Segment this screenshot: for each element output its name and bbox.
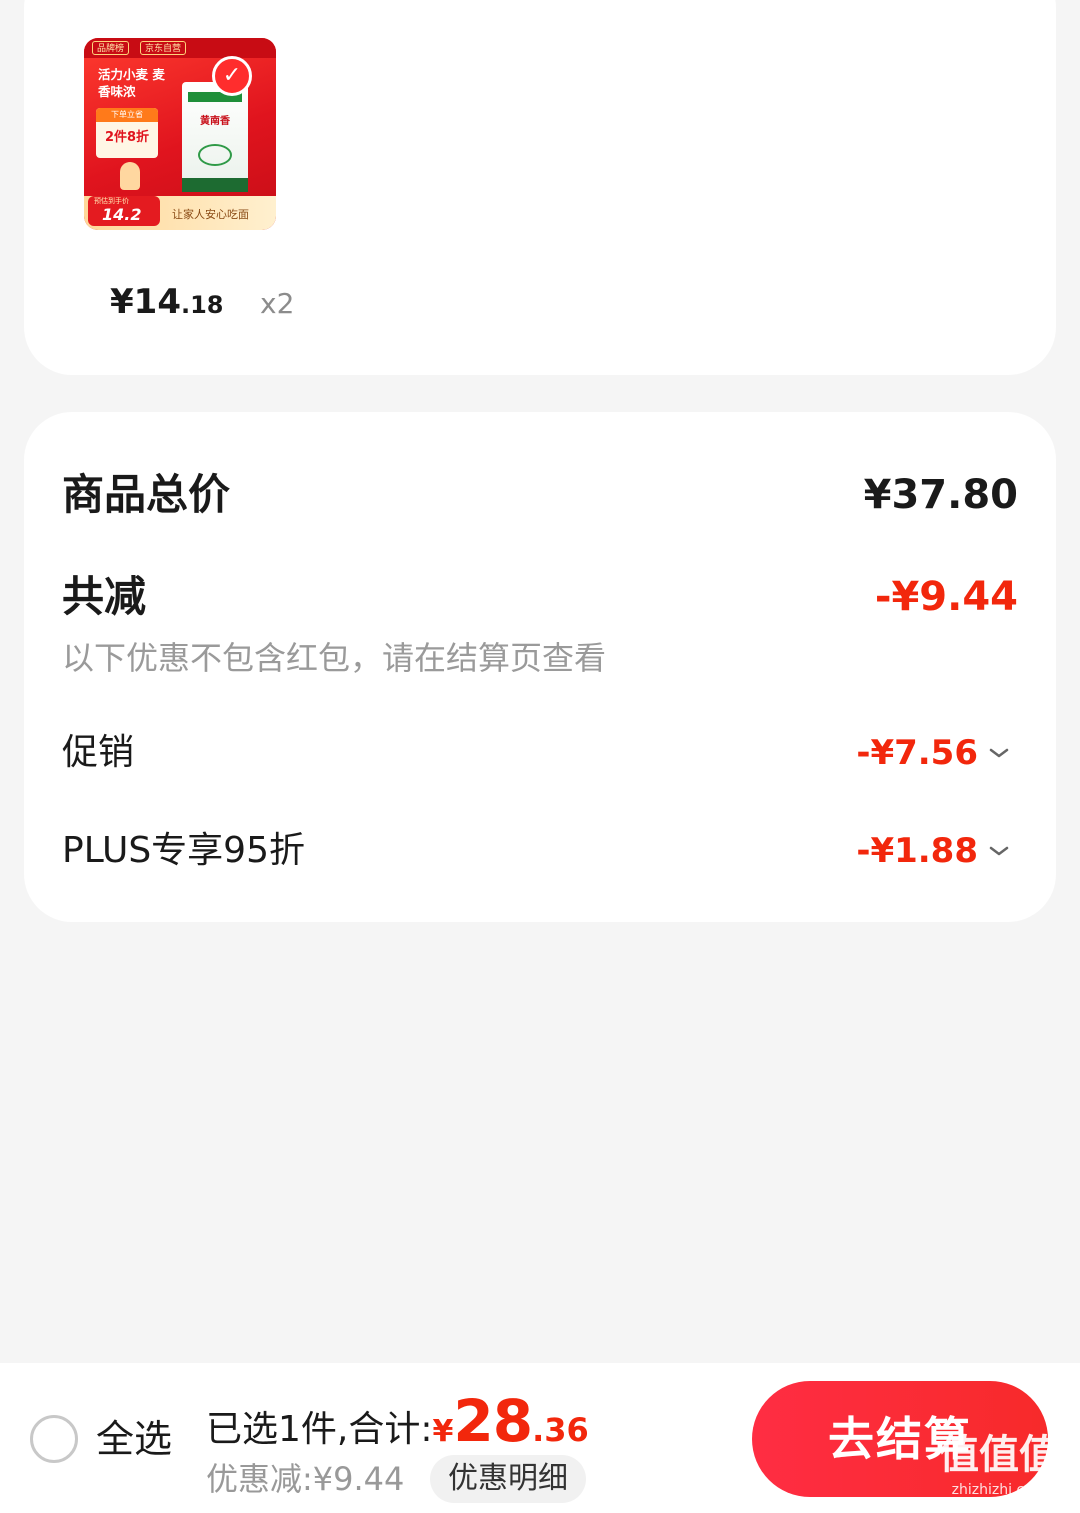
bag-emblem — [198, 144, 232, 166]
unit-price-main: ¥14 — [110, 282, 181, 322]
chevron-down-icon[interactable] — [988, 742, 1010, 764]
selected-total: 已选1件,合计: ¥ 28 .36 — [206, 1391, 589, 1462]
checkout-bar: 全选 已选1件,合计: ¥ 28 .36 优惠减:¥9.44 优惠明细 去结算 … — [0, 1363, 1080, 1513]
image-price-chip: 预估到手价 14.2 — [88, 196, 160, 226]
total-price-label: 商品总价 — [62, 470, 231, 519]
price-summary-card: 商品总价 ¥37.80 共减 -¥9.44 以下优惠不包含红包，请在结算页查看 … — [24, 412, 1056, 922]
plus-discount-label[interactable]: PLUS专享95折 — [62, 828, 305, 874]
image-slogan: 活力小麦 麦香味浓 — [98, 67, 165, 99]
image-promo-box: 下单立省 2件8折 — [96, 108, 158, 158]
image-price-value: 14.2 — [102, 205, 142, 224]
discount-value: -¥9.44 — [874, 574, 1018, 620]
unit-price-decimal: .18 — [180, 291, 224, 319]
bag-base — [182, 178, 248, 192]
image-promo-value: 2件8折 — [104, 130, 150, 145]
saved-amount: 优惠减:¥9.44 — [206, 1460, 405, 1498]
select-all-label[interactable]: 全选 — [96, 1415, 172, 1463]
image-brand-tag: 品牌榜 — [92, 41, 130, 55]
product-image[interactable]: 品牌榜 京东自营 活力小麦 麦香味浓 下单立省 2件8折 黄南香 ✓ 预估到手价… — [84, 38, 276, 230]
check-badge-icon: ✓ — [212, 56, 252, 96]
watermark-url: zhizhizhi.com — [951, 1482, 1047, 1498]
discount-label: 共减 — [62, 572, 147, 621]
total-integer: 28 — [453, 1387, 533, 1455]
site-watermark: 值值值 zhizhizhi.com — [924, 1429, 1074, 1509]
select-all-radio[interactable] — [30, 1415, 78, 1463]
promotion-label[interactable]: 促销 — [62, 730, 134, 776]
watermark-logo: 值值值 — [939, 1432, 1059, 1478]
selected-count-text: 已选1件,合计: — [206, 1409, 433, 1450]
bag-brand-name: 黄南香 — [200, 116, 230, 127]
chevron-down-icon[interactable] — [988, 840, 1010, 862]
promotion-value-toggle[interactable]: -¥7.56 — [856, 730, 1010, 776]
unit-price: ¥14.18 — [110, 282, 224, 325]
image-jd-tag: 京东自营 — [140, 41, 187, 55]
image-gift-decoration — [120, 162, 140, 190]
image-tagline: 让家人安心吃面 — [172, 208, 249, 221]
total-currency: ¥ — [432, 1414, 454, 1449]
product-card: 品牌榜 京东自营 活力小麦 麦香味浓 下单立省 2件8折 黄南香 ✓ 预估到手价… — [24, 0, 1056, 375]
image-promo-header: 下单立省 — [96, 108, 158, 122]
plus-discount-value-toggle[interactable]: -¥1.88 — [856, 828, 1010, 874]
quantity: x2 — [260, 287, 295, 320]
plus-discount-value: -¥1.88 — [856, 831, 978, 871]
image-flour-bag: 黄南香 — [182, 82, 248, 192]
discount-detail-button[interactable]: 优惠明细 — [430, 1455, 586, 1503]
promotion-value: -¥7.56 — [856, 733, 978, 773]
discount-note: 以下优惠不包含红包，请在结算页查看 — [62, 639, 607, 677]
total-price-value: ¥37.80 — [863, 472, 1018, 518]
cart-page: 品牌榜 京东自营 活力小麦 麦香味浓 下单立省 2件8折 黄南香 ✓ 预估到手价… — [0, 0, 1080, 1513]
total-decimal: .36 — [532, 1411, 589, 1449]
